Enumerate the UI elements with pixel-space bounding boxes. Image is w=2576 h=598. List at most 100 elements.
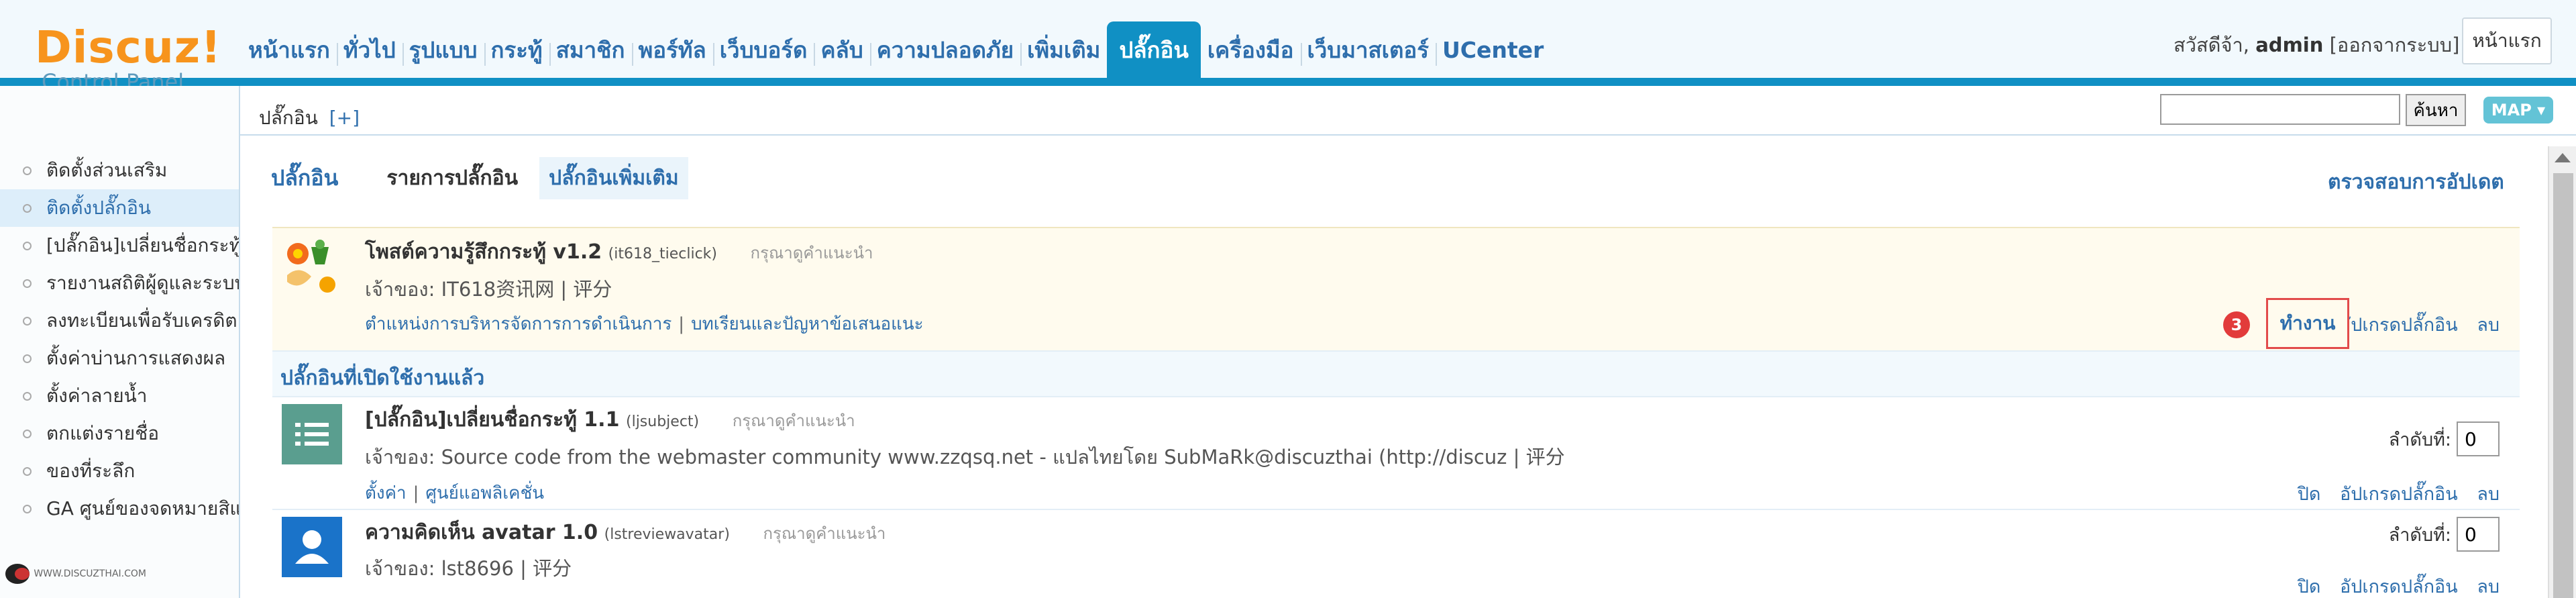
- plugin-tabs: ปลั๊กอิน รายการปลั๊กอิน ปลั๊กอินเพิ่มเติ…: [271, 156, 700, 199]
- app-center-link[interactable]: ศูนย์แอพลิเคชั่น: [425, 483, 544, 503]
- vertical-scrollbar[interactable]: [2548, 146, 2576, 598]
- plugin-owner: เจ้าของ: Source code from the webmaster …: [365, 446, 1565, 468]
- sidebar-item-label: ติดตั้งส่วนเสริม: [46, 159, 168, 181]
- sidebar-item-install-plugins[interactable]: ติดตั้งปลั๊กอิน: [0, 189, 239, 227]
- nav-portal[interactable]: พอร์ทัล: [631, 21, 713, 78]
- sidebar-item-ga-center[interactable]: GA ศูนย์ของจดหมายสิแนะ: [0, 490, 239, 528]
- bullet-icon: [23, 316, 32, 326]
- nav-tools[interactable]: เครื่องมือ: [1201, 21, 1301, 78]
- sidebar-item-install-addons[interactable]: ติดตั้งส่วนเสริม: [0, 152, 239, 189]
- plugin-row: [ปลั๊กอิน]เปลี่ยนชื่อกระทู้ 1.1 (ljsubje…: [272, 397, 2520, 510]
- discuz-logo[interactable]: Discuz! Control Panel: [35, 26, 221, 95]
- sidebar-item-label: ตกแต่งรายชื่อ: [46, 422, 160, 444]
- order-input[interactable]: 0: [2457, 421, 2500, 456]
- nav-security[interactable]: ความปลอดภัย: [869, 21, 1020, 78]
- plugin-note: กรุณาดูคำแนะนำ: [732, 411, 855, 430]
- nav-forum[interactable]: เว็บบอร์ด: [712, 21, 814, 78]
- sidebar-item-display-settings[interactable]: ตั้งค่าบ่านการแสดงผล: [0, 340, 239, 377]
- sidebar-item-label: ตั้งค่าลายน้ำ: [46, 385, 148, 407]
- sidebar-item-rename-thread[interactable]: [ปลั๊กอิน]เปลี่ยนชื่อกระทู้: [0, 227, 239, 264]
- section-title: ปลั๊กอินที่เปิดใช้งานแล้ว: [280, 366, 485, 390]
- scroll-up-arrow-icon[interactable]: [2555, 153, 2571, 162]
- scroll-thumb[interactable]: [2553, 173, 2573, 598]
- nav-founder[interactable]: เว็บมาสเตอร์: [1300, 21, 1436, 78]
- plugin-identifier: (ljsubject): [626, 413, 700, 430]
- sidebar-menu: ติดตั้งส่วนเสริม ติดตั้งปลั๊กอิน [ปลั๊กอ…: [0, 152, 239, 528]
- search-button[interactable]: ค้นหา: [2406, 94, 2466, 126]
- breadcrumb-bar: ปลั๊กอิน [+] ค้นหา MAP ▾: [240, 94, 2576, 136]
- sidebar-item-decorate-names[interactable]: ตกแต่งรายชื่อ: [0, 415, 239, 452]
- plugin-note: กรุณาดูคำแนะนำ: [763, 524, 886, 543]
- bullet-icon: [23, 354, 32, 363]
- main-content: ปลั๊กอิน รายการปลั๊กอิน ปลั๊กอินเพิ่มเติ…: [240, 136, 2534, 598]
- bullet-icon: [23, 429, 32, 438]
- bullet-icon: [23, 466, 32, 476]
- plugin-identifier: (lstreviewavatar): [604, 526, 730, 543]
- bullet-icon: [23, 241, 32, 250]
- home-button[interactable]: หน้าแรก: [2462, 17, 2552, 64]
- tab-plugin-list[interactable]: รายการปลั๊กอิน: [377, 157, 527, 199]
- nav-threads[interactable]: กระทู้: [484, 21, 549, 78]
- plugin-owner: เจ้าของ: IT618资讯网 | 评分: [365, 278, 612, 301]
- step-badge: 3: [2223, 311, 2250, 338]
- tutorial-feedback-link[interactable]: บทเรียนและปัญหาข้อเสนอแนะ: [691, 314, 924, 334]
- nav-style[interactable]: รูปแบบ: [402, 21, 484, 78]
- enable-plugin-button[interactable]: ทำงาน: [2266, 298, 2349, 349]
- plugin-title: โพสต์ความรู้สึกกระทู้ v1.2 (it618_tiecli…: [365, 236, 873, 268]
- username: admin: [2255, 34, 2324, 56]
- delete-plugin-link[interactable]: ลบ: [2477, 577, 2500, 597]
- breadcrumb-label: ปลั๊กอิน: [259, 107, 318, 129]
- delete-plugin-link[interactable]: ลบ: [2477, 484, 2500, 505]
- sidebar-item-register-credit[interactable]: ลงทะเบียนเพื่อรับเครดิต: [0, 302, 239, 340]
- settings-link[interactable]: ตั้งค่า: [365, 483, 407, 503]
- sidebar: ติดตั้งส่วนเสริม ติดตั้งปลั๊กอิน [ปลั๊กอ…: [0, 86, 240, 598]
- manage-operations-link[interactable]: ตำแหน่งการบริหารจัดการการดำเนินการ: [365, 314, 672, 334]
- logout-link[interactable]: [ออกจากระบบ]: [2330, 34, 2460, 56]
- plugin-actions: ปิด อัปเกรดปลั๊กอิน ลบ: [2284, 572, 2500, 598]
- plugin-row: โพสต์ความรู้สึกกระทู้ v1.2 (it618_tiecli…: [272, 227, 2520, 352]
- plugin-title: ความคิดเห็น avatar 1.0 (lstreviewavatar)…: [365, 517, 885, 548]
- order-label: ลำดับที่:: [2388, 524, 2451, 546]
- plugin-icon: [282, 517, 342, 577]
- plugin-name: ความคิดเห็น avatar 1.0: [365, 521, 598, 544]
- nav-general[interactable]: ทั่วไป: [336, 21, 402, 78]
- nav-group[interactable]: คลับ: [814, 21, 869, 78]
- upgrade-plugin-link[interactable]: อัปเกรดปลั๊กอิน: [2340, 315, 2458, 336]
- user-bar: สวัสดีจ้า, admin [ออกจากระบบ]: [2174, 30, 2459, 60]
- check-update-link[interactable]: ตรวจสอบการอัปเดต: [2328, 166, 2504, 198]
- add-shortcut-link[interactable]: [+]: [329, 107, 360, 129]
- bullet-icon: [23, 203, 32, 213]
- plugin-icon: [282, 404, 342, 464]
- page-title: ปลั๊กอิน: [271, 164, 339, 191]
- sidebar-item-admin-stats[interactable]: รายงานสถิติผู้ดูและระบบ: [0, 264, 239, 302]
- map-button[interactable]: MAP ▾: [2483, 97, 2553, 123]
- plugin-note: กรุณาดูคำแนะนำ: [750, 244, 873, 262]
- plugin-links: ตั้งค่า | ศูนย์แอพลิเคชั่น: [365, 483, 544, 503]
- upgrade-plugin-link[interactable]: อัปเกรดปลั๊กอิน: [2340, 484, 2458, 505]
- nav-plugin[interactable]: ปลั๊กอิน: [1107, 21, 1201, 78]
- nav-extended[interactable]: เพิ่มเติม: [1020, 21, 1107, 78]
- sidebar-item-souvenirs[interactable]: ของที่ระลึก: [0, 452, 239, 490]
- sidebar-item-label: ตั้งค่าบ่านการแสดงผล: [46, 347, 226, 369]
- order-input[interactable]: 0: [2457, 517, 2500, 552]
- enabled-plugins-header: ปลั๊กอินที่เปิดใช้งานแล้ว: [272, 352, 2520, 397]
- nav-home[interactable]: หน้าแรก: [241, 21, 337, 78]
- search-input[interactable]: [2160, 94, 2400, 125]
- sidebar-item-watermark[interactable]: ตั้งค่าลายน้ำ: [0, 377, 239, 415]
- sidebar-footer-logo: WWW.DISCUZTHAI.COM: [5, 560, 146, 587]
- plugin-identifier: (it618_tieclick): [608, 246, 717, 262]
- sidebar-item-label: ลงทะเบียนเพื่อรับเครดิต: [46, 309, 237, 332]
- footer-text: WWW.DISCUZTHAI.COM: [34, 568, 146, 579]
- nav-ucenter[interactable]: UCenter: [1435, 21, 1550, 78]
- delete-plugin-link[interactable]: ลบ: [2477, 315, 2500, 336]
- sidebar-item-label: ติดตั้งปลั๊กอิน: [46, 197, 152, 219]
- disable-plugin-link[interactable]: ปิด: [2298, 577, 2321, 597]
- top-navigation: หน้าแรก ทั่วไป รูปแบบ กระทู้ สมาชิก พอร์…: [241, 21, 1550, 78]
- nav-members[interactable]: สมาชิก: [549, 21, 632, 78]
- tab-more-plugins[interactable]: ปลั๊กอินเพิ่มเติม: [539, 156, 688, 199]
- bullet-icon: [23, 391, 32, 401]
- upgrade-plugin-link[interactable]: อัปเกรดปลั๊กอิน: [2340, 577, 2458, 597]
- bullet-icon: [23, 166, 32, 175]
- disable-plugin-link[interactable]: ปิด: [2298, 484, 2321, 505]
- bullet-icon: [23, 504, 32, 513]
